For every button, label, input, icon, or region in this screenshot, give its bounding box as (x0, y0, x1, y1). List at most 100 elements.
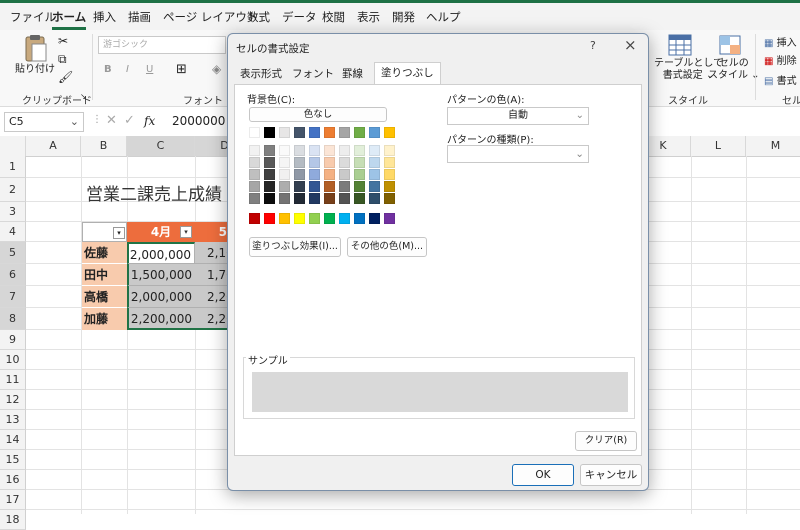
theme-tint-swatch[interactable] (264, 181, 275, 192)
dialog-launcher-icon[interactable]: ↘ (80, 92, 87, 101)
theme-tint-swatch[interactable] (339, 145, 350, 156)
table-cell-value[interactable]: 2,200,000 (127, 308, 195, 330)
theme-tint-swatch[interactable] (309, 169, 320, 180)
row-header[interactable]: 1 (0, 156, 26, 178)
pattern-style-select[interactable]: ⌄ (447, 145, 589, 163)
row-header[interactable]: 13 (0, 410, 26, 430)
theme-color-swatch[interactable] (339, 127, 350, 138)
tab-fill[interactable]: 塗りつぶし (374, 62, 441, 86)
cancel-button[interactable]: キャンセル (580, 464, 642, 486)
standard-color-swatch[interactable] (294, 213, 305, 224)
cell-style-button[interactable]: セルの スタイル ⌄ (708, 58, 760, 82)
table-cell-value[interactable]: 2,10 (195, 242, 228, 264)
tab-developer[interactable]: 開発 (392, 9, 415, 25)
row-header[interactable]: 5 (0, 242, 26, 264)
standard-color-swatch[interactable] (324, 213, 335, 224)
tab-font[interactable]: フォント (286, 64, 340, 84)
theme-tint-swatch[interactable] (384, 169, 395, 180)
theme-tint-swatch[interactable] (369, 181, 380, 192)
row-header[interactable]: 9 (0, 330, 26, 350)
theme-tint-swatch[interactable] (294, 181, 305, 192)
standard-color-swatch[interactable] (369, 213, 380, 224)
theme-tint-swatch[interactable] (294, 169, 305, 180)
theme-tint-swatch[interactable] (294, 145, 305, 156)
theme-tint-swatch[interactable] (279, 181, 290, 192)
theme-tint-swatch[interactable] (249, 169, 260, 180)
theme-tint-swatch[interactable] (249, 157, 260, 168)
help-button[interactable]: ? (590, 39, 596, 52)
theme-tint-swatch[interactable] (339, 169, 350, 180)
theme-tint-swatch[interactable] (309, 181, 320, 192)
clear-button[interactable]: クリア(R) (575, 431, 637, 451)
cut-icon[interactable]: ✂ (58, 34, 68, 48)
theme-color-swatch[interactable] (264, 127, 275, 138)
tab-border[interactable]: 罫線 (336, 64, 369, 84)
theme-tint-swatch[interactable] (324, 169, 335, 180)
theme-tint-swatch[interactable] (249, 193, 260, 204)
standard-color-swatch[interactable] (384, 213, 395, 224)
confirm-entry-icon[interactable]: ✓ (124, 113, 135, 128)
theme-tint-swatch[interactable] (249, 181, 260, 192)
row-header[interactable]: 15 (0, 450, 26, 470)
theme-tint-swatch[interactable] (384, 181, 395, 192)
column-header[interactable]: L (691, 136, 746, 156)
standard-color-swatch[interactable] (264, 213, 275, 224)
delete-cells-button[interactable]: ▦ 削除 (764, 52, 797, 67)
theme-tint-swatch[interactable] (264, 193, 275, 204)
row-header[interactable]: 8 (0, 308, 26, 330)
row-header[interactable]: 18 (0, 510, 26, 530)
sheet-title[interactable]: 営業二課売上成績 (86, 180, 222, 205)
format-cells-button[interactable]: ▤ 書式 (764, 72, 797, 87)
table-cell-name[interactable]: 加藤 (82, 308, 127, 330)
more-options-icon[interactable]: ⋮ (92, 114, 102, 125)
table-cell-value[interactable]: 2,20 (195, 286, 228, 308)
underline-button[interactable]: U (146, 64, 153, 75)
table-cell-value[interactable]: 2,20 (195, 308, 228, 330)
theme-tint-swatch[interactable] (279, 193, 290, 204)
theme-tint-swatch[interactable] (324, 145, 335, 156)
table-header-cell[interactable]: 4月 ▾ (127, 222, 195, 242)
fill-color-icon[interactable]: ◈ (212, 62, 221, 76)
theme-tint-swatch[interactable] (354, 193, 365, 204)
theme-tint-swatch[interactable] (339, 157, 350, 168)
theme-tint-swatch[interactable] (384, 145, 395, 156)
copy-icon[interactable]: ⧉ (58, 52, 67, 67)
theme-tint-swatch[interactable] (339, 181, 350, 192)
theme-tint-swatch[interactable] (309, 193, 320, 204)
theme-color-swatch[interactable] (294, 127, 305, 138)
table-format-icon[interactable] (668, 34, 692, 56)
row-header[interactable]: 14 (0, 430, 26, 450)
theme-tint-swatch[interactable] (339, 193, 350, 204)
theme-color-swatch[interactable] (369, 127, 380, 138)
tab-number-format[interactable]: 表示形式 (234, 64, 288, 84)
tab-home[interactable]: ホーム (52, 9, 87, 30)
theme-tint-swatch[interactable] (279, 169, 290, 180)
format-painter-icon[interactable]: 🖌 (58, 70, 73, 84)
font-name-combo[interactable]: 游ゴシック (98, 36, 226, 54)
theme-tint-swatch[interactable] (354, 169, 365, 180)
column-header[interactable]: A (26, 136, 81, 156)
more-colors-button[interactable]: その他の色(M)... (347, 237, 427, 257)
theme-color-swatch[interactable] (354, 127, 365, 138)
theme-tint-swatch[interactable] (384, 157, 395, 168)
tab-help[interactable]: ヘルプ (426, 9, 461, 25)
row-header[interactable]: 12 (0, 390, 26, 410)
theme-tint-swatch[interactable] (369, 157, 380, 168)
theme-tint-swatch[interactable] (264, 157, 275, 168)
theme-tint-swatch[interactable] (369, 169, 380, 180)
standard-color-swatch[interactable] (309, 213, 320, 224)
tab-insert[interactable]: 挿入 (93, 9, 116, 25)
theme-color-swatch[interactable] (279, 127, 290, 138)
table-cell-name[interactable]: 高橋 (82, 286, 127, 308)
insert-cells-button[interactable]: ▦ 挿入 (764, 34, 797, 49)
theme-tint-swatch[interactable] (294, 193, 305, 204)
theme-tint-swatch[interactable] (279, 157, 290, 168)
table-header-cell[interactable]: ▾ (82, 222, 127, 242)
italic-button[interactable]: I (126, 64, 129, 75)
theme-color-swatch[interactable] (249, 127, 260, 138)
pattern-color-select[interactable]: 自動 ⌄ (447, 107, 589, 125)
no-color-button[interactable]: 色なし (249, 107, 387, 122)
theme-tint-swatch[interactable] (369, 193, 380, 204)
tab-draw[interactable]: 描画 (128, 9, 151, 25)
column-header[interactable]: B (81, 136, 127, 156)
